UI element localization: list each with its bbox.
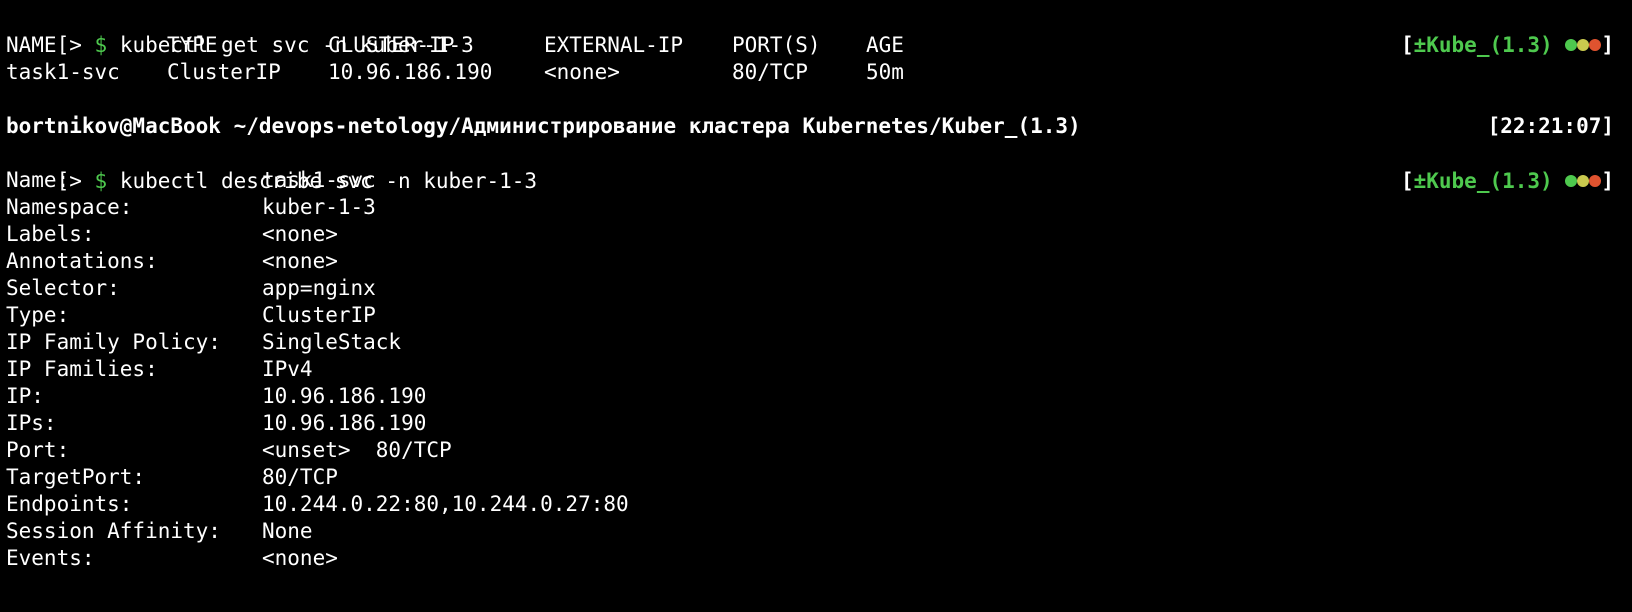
describe-key: Namespace: — [6, 195, 133, 219]
describe-key: Labels: — [6, 222, 95, 246]
describe-value: 10.96.186.190 — [262, 411, 427, 435]
table-row: task1-svc ClusterIP 10.96.186.190 <none>… — [6, 58, 1006, 86]
describe-value: SingleStack — [262, 330, 402, 354]
describe-value: kuber-1-3 — [262, 195, 376, 219]
describe-key: Type: — [6, 303, 70, 327]
cell-name: task1-svc — [6, 60, 120, 84]
git-branch-label: Kube_(1.3) — [1426, 33, 1553, 57]
describe-key: Selector: — [6, 276, 120, 300]
describe-row: Endpoints: 10.244.0.22:80,10.244.0.27:80 — [6, 490, 1006, 518]
describe-key: IP: — [6, 384, 44, 408]
describe-value: app=nginx — [262, 276, 376, 300]
git-branch-label: Kube_(1.3) — [1426, 169, 1553, 193]
col-age: AGE — [866, 33, 904, 57]
describe-row: TargetPort: 80/TCP — [6, 463, 1006, 491]
describe-value: task1-svc — [262, 168, 376, 192]
status-dot-red-icon — [1589, 174, 1602, 187]
prompt-line-2: [> $ kubectl describe svc -n kuber-1-3 — [6, 139, 537, 193]
svc-table-header: NAME TYPE CLUSTER-IP EXTERNAL-IP PORT(S)… — [6, 31, 1006, 59]
describe-row: Namespace: kuber-1-3 — [6, 193, 1006, 221]
describe-row: IP Family Policy: SingleStack — [6, 328, 1006, 356]
status-dot-red-icon — [1589, 38, 1602, 51]
describe-row: Labels: <none> — [6, 220, 1006, 248]
cell-cluster-ip: 10.96.186.190 — [328, 60, 493, 84]
describe-row: IP: 10.96.186.190 — [6, 382, 1006, 410]
status-dot-green-icon — [1565, 38, 1578, 51]
status-dot-yellow-icon — [1577, 174, 1590, 187]
cell-ports: 80/TCP — [732, 60, 808, 84]
status-dot-yellow-icon — [1577, 38, 1590, 51]
terminal-window[interactable]: [> $ kubectl get svc -n kuber-1-3 [±Kube… — [0, 0, 1632, 612]
describe-value: 10.96.186.190 — [262, 384, 427, 408]
col-external-ip: EXTERNAL-IP — [544, 33, 684, 57]
describe-row: Name: task1-svc — [6, 166, 1006, 194]
describe-value: <unset> 80/TCP — [262, 438, 452, 462]
col-ports: PORT(S) — [732, 33, 821, 57]
describe-row: Session Affinity: None — [6, 517, 1006, 545]
describe-key: TargetPort: — [6, 465, 146, 489]
describe-value: None — [262, 519, 313, 543]
describe-key: Endpoints: — [6, 492, 133, 516]
describe-value: <none> — [262, 222, 338, 246]
cell-age: 50m — [866, 60, 904, 84]
describe-row: IPs: 10.96.186.190 — [6, 409, 1006, 437]
describe-value: <none> — [262, 546, 338, 570]
cell-external-ip: <none> — [544, 60, 620, 84]
describe-key: Session Affinity: — [6, 519, 221, 543]
describe-key: Annotations: — [6, 249, 158, 273]
describe-key: Name: — [6, 168, 70, 192]
describe-key: IP Family Policy: — [6, 330, 221, 354]
describe-value: ClusterIP — [262, 303, 376, 327]
git-status-pm: ± — [1413, 33, 1427, 57]
cell-type: ClusterIP — [167, 60, 281, 84]
col-type: TYPE — [167, 33, 218, 57]
describe-value: <none> — [262, 249, 338, 273]
describe-key: IP Families: — [6, 357, 158, 381]
describe-row: Port: <unset> 80/TCP — [6, 436, 1006, 464]
prompt-path-line: bortnikov@MacBook ~/devops-netology/Адми… — [6, 114, 1081, 138]
describe-key: Events: — [6, 546, 95, 570]
describe-row: Selector: app=nginx — [6, 274, 1006, 302]
describe-value: IPv4 — [262, 357, 313, 381]
describe-key: Port: — [6, 438, 70, 462]
describe-row: IP Families: IPv4 — [6, 355, 1006, 383]
git-status-2: [±Kube_(1.3) ] — [1400, 169, 1614, 193]
describe-value: 80/TCP — [262, 465, 338, 489]
prompt-line-1: [> $ kubectl get svc -n kuber-1-3 — [6, 3, 474, 57]
describe-row: Type: ClusterIP — [6, 301, 1006, 329]
prompt-timestamp: [22:21:07] — [1487, 114, 1614, 138]
describe-value: 10.244.0.22:80,10.244.0.27:80 — [262, 492, 629, 516]
git-status-pm: ± — [1413, 169, 1427, 193]
col-name: NAME — [6, 33, 57, 57]
status-dot-green-icon — [1565, 174, 1578, 187]
col-cluster-ip: CLUSTER-IP — [328, 33, 455, 57]
describe-key: IPs: — [6, 411, 57, 435]
describe-row: Annotations: <none> — [6, 247, 1006, 275]
git-status-1: [±Kube_(1.3) ] — [1400, 33, 1614, 57]
describe-row: Events: <none> — [6, 544, 1006, 572]
